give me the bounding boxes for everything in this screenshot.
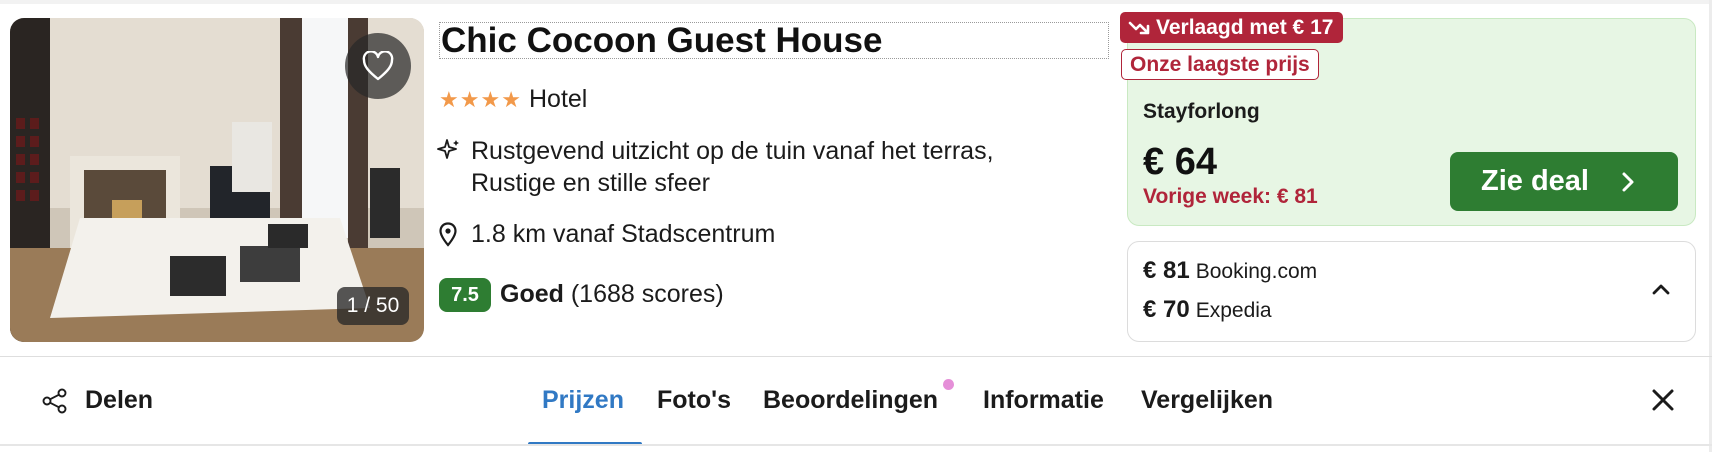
hotel-name[interactable]: Chic Cocoon Guest House <box>439 22 1109 59</box>
view-deal-button[interactable]: Zie deal <box>1450 152 1678 211</box>
lowest-price-badge: Onze laagste prijs <box>1121 49 1319 80</box>
photo-counter: 1 / 50 <box>337 287 409 325</box>
offer-row[interactable]: € 70 Expedia <box>1143 296 1272 324</box>
bottom-divider <box>0 444 1712 446</box>
hotel-result-card: 1 / 50 Chic Cocoon Guest House ★ ★ ★ ★ H… <box>0 0 1712 452</box>
amenity-highlights: Rustgevend uitzicht op de tuin vanaf het… <box>471 137 994 197</box>
tab-reviews[interactable]: Beoordelingen <box>763 386 938 415</box>
offer-row[interactable]: € 81 Booking.com <box>1143 257 1317 285</box>
tab-compare[interactable]: Vergelijken <box>1141 386 1273 415</box>
deal-price: € 64 <box>1143 141 1217 183</box>
offer-price: € 81 <box>1143 257 1190 284</box>
chevron-right-icon <box>1622 172 1634 191</box>
close-icon[interactable] <box>1651 388 1675 412</box>
trend-down-icon <box>1128 21 1150 34</box>
share-button[interactable]: Delen <box>41 386 153 415</box>
top-divider <box>0 0 1712 4</box>
offer-price: € 70 <box>1143 296 1190 323</box>
last-week-price: Vorige week: € 81 <box>1143 185 1318 208</box>
deal-provider: Stayforlong <box>1143 100 1260 123</box>
heart-icon <box>362 51 394 81</box>
star-icon: ★ <box>480 87 501 112</box>
sparkle-icon <box>437 139 459 159</box>
rating-count: (1688 scores) <box>570 280 724 308</box>
view-deal-label: Zie deal <box>1481 165 1589 197</box>
tab-photos[interactable]: Foto's <box>657 386 731 415</box>
offer-provider: Booking.com <box>1195 260 1318 283</box>
rating-score-badge: 7.5 <box>439 278 491 312</box>
share-label: Delen <box>85 386 154 414</box>
star-icon: ★ <box>501 87 521 112</box>
offer-provider: Expedia <box>1195 299 1272 322</box>
share-icon <box>42 388 67 413</box>
price-drop-badge: Verlaagd met € 17 <box>1120 12 1344 43</box>
pin-icon <box>439 222 457 247</box>
rating-label: Goed <box>500 280 564 308</box>
star-rating: ★ ★ ★ ★ <box>439 87 521 113</box>
tab-information[interactable]: Informatie <box>983 386 1104 415</box>
star-icon: ★ <box>439 87 459 112</box>
chevron-up-icon[interactable] <box>1652 283 1670 295</box>
price-drop-text: Verlaagd met € 17 <box>1156 15 1334 39</box>
favorite-button[interactable] <box>345 33 411 99</box>
section-divider <box>0 356 1712 357</box>
tab-prices[interactable]: Prijzen <box>542 386 624 415</box>
rating-summary[interactable]: Goed (1688 scores) <box>500 280 724 309</box>
reviews-notification-dot <box>943 379 954 390</box>
distance-to-center: 1.8 km vanaf Stadscentrum <box>471 220 776 248</box>
star-icon: ★ <box>459 87 480 112</box>
accommodation-type: Hotel <box>529 85 588 113</box>
